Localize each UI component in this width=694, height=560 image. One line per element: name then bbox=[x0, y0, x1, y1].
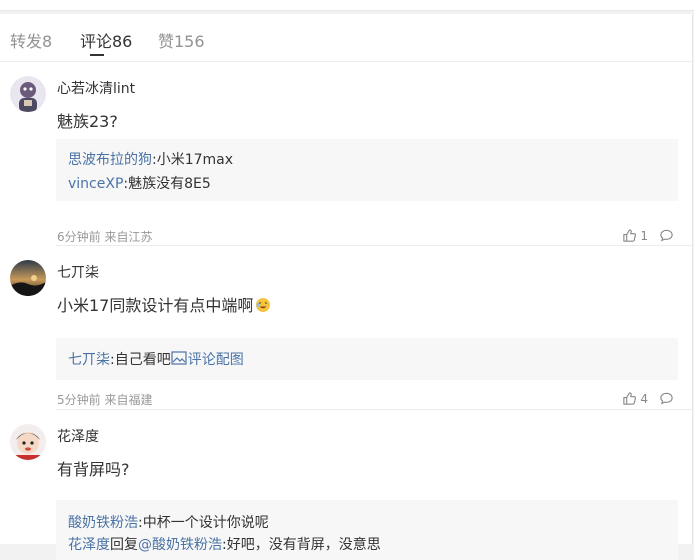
comment-panel: 转发8 评论86 赞156 心若冰清lint 魅族23? 思波布拉的狗:小米17… bbox=[0, 14, 693, 560]
divider bbox=[56, 409, 692, 410]
reply-box: 酸奶铁粉浩:中杯一个设计你说呢 花泽度回复@酸奶铁粉浩:好吧，没有背屏，没意思 bbox=[56, 500, 678, 560]
comment-bubble-icon bbox=[660, 392, 673, 405]
active-tab-indicator bbox=[90, 54, 104, 56]
reply-button[interactable] bbox=[659, 391, 674, 410]
tab-comments[interactable]: 评论86 bbox=[80, 28, 132, 52]
like-count: 1 bbox=[640, 228, 648, 243]
reply-box: 七丌柒:自己看吧 评论配图 bbox=[56, 338, 678, 380]
tab-bar: 转发8 评论86 赞156 bbox=[0, 14, 692, 62]
reply-username[interactable]: 思波布拉的狗 bbox=[68, 152, 152, 168]
reply-line: 思波布拉的狗:小米17max bbox=[68, 152, 234, 168]
comment-text: 有背屏吗? bbox=[57, 460, 130, 479]
comment-bubble-icon bbox=[660, 229, 673, 242]
reply-line: vinceXP:魅族没有8E5 bbox=[68, 176, 211, 192]
tab-reposts[interactable]: 转发8 bbox=[10, 28, 52, 52]
image-icon bbox=[171, 351, 187, 365]
reply-line: 酸奶铁粉浩:中杯一个设计你说呢 bbox=[68, 515, 269, 531]
comment-meta: 5分钟前 来自福建 bbox=[57, 393, 153, 407]
comment-username[interactable]: 七丌柒 bbox=[57, 262, 99, 282]
thumbs-up-icon bbox=[623, 392, 637, 405]
comment-username[interactable]: 花泽度 bbox=[57, 426, 99, 446]
like-button[interactable]: 4 bbox=[622, 391, 648, 406]
comment-text: 小米17同款设计有点中端啊 bbox=[57, 292, 271, 316]
comment-username[interactable]: 心若冰清lint bbox=[57, 78, 135, 98]
thumbs-up-icon bbox=[623, 229, 637, 242]
like-count: 4 bbox=[640, 391, 648, 406]
avatar[interactable] bbox=[10, 76, 46, 112]
reply-username[interactable]: 七丌柒 bbox=[68, 352, 110, 368]
reply-line: 七丌柒:自己看吧 评论配图 bbox=[68, 351, 244, 368]
reply-username[interactable]: vinceXP bbox=[68, 176, 123, 192]
comment-image-link[interactable]: 评论配图 bbox=[171, 351, 244, 368]
tab-likes[interactable]: 赞156 bbox=[158, 28, 205, 52]
reply-username[interactable]: 酸奶铁粉浩 bbox=[68, 515, 138, 531]
comment-text: 魅族23? bbox=[57, 112, 118, 131]
top-strip bbox=[0, 0, 694, 11]
reply-line: 花泽度回复@酸奶铁粉浩:好吧，没有背屏，没意思 bbox=[68, 537, 381, 553]
reply-username[interactable]: 花泽度 bbox=[68, 537, 110, 553]
reply-box: 思波布拉的狗:小米17max vinceXP:魅族没有8E5 bbox=[56, 139, 678, 201]
avatar[interactable] bbox=[10, 424, 46, 460]
comment-meta: 6分钟前 来自江苏 bbox=[57, 230, 153, 244]
avatar[interactable] bbox=[10, 260, 46, 296]
divider bbox=[56, 245, 692, 246]
like-button[interactable]: 1 bbox=[622, 228, 648, 243]
reply-mention[interactable]: @酸奶铁粉浩 bbox=[138, 537, 222, 553]
laughing-emoji-icon bbox=[256, 298, 271, 312]
